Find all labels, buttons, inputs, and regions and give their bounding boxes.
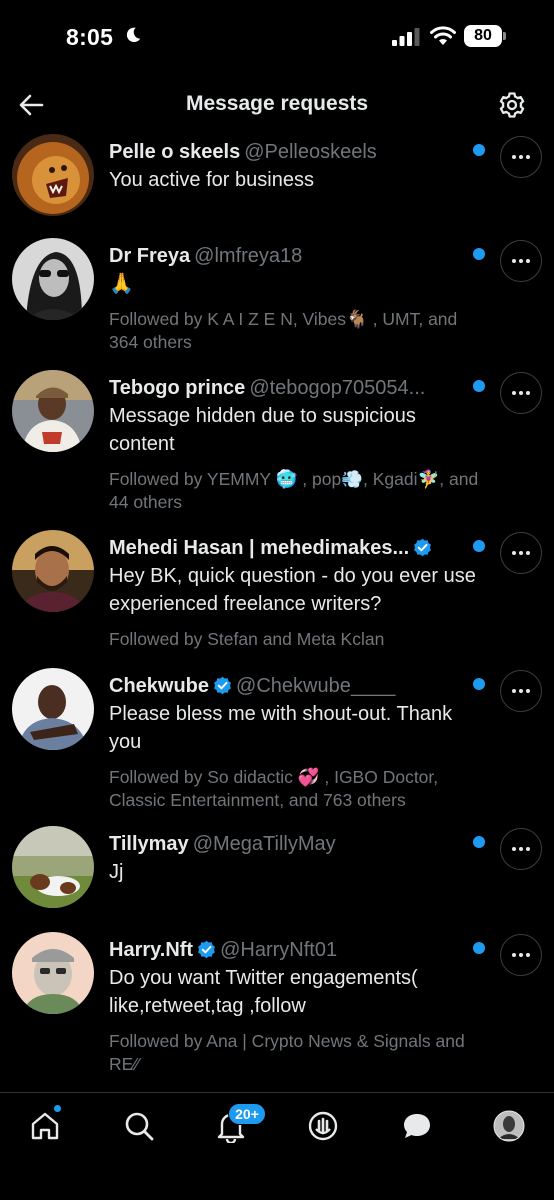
message-content: Dr Freya @lmfreya18 🙏 Followed by K A I Z… xyxy=(109,242,484,354)
status-bar: 8:05 80 xyxy=(0,0,554,74)
message-content: Pelle o skeels @Pelleoskeels You active f… xyxy=(109,138,484,194)
sender-line: Tillymay @MegaTillyMay xyxy=(109,830,484,858)
more-options-button[interactable] xyxy=(500,934,542,976)
sender-name: Harry.Nft xyxy=(109,939,194,961)
sender-name: Dr Freya xyxy=(109,245,191,267)
sender-name: Pelle o skeels xyxy=(109,141,241,163)
message-preview: 🙏 xyxy=(109,273,134,295)
man-beard-avatar-image xyxy=(12,530,94,612)
sender-handle: @MegaTillyMay xyxy=(192,833,336,855)
communities-icon[interactable] xyxy=(306,1109,340,1143)
message-request-item[interactable]: Chekwube @Chekwube____ Please bless me wi… xyxy=(0,668,554,814)
unread-dot xyxy=(473,380,485,392)
avatar[interactable] xyxy=(12,530,94,612)
sender-line: Chekwube @Chekwube____ xyxy=(109,672,484,700)
message-preview: Hey BK, quick question - do you ever use… xyxy=(109,565,476,615)
status-time: 8:05 xyxy=(66,24,114,50)
verified-badge-icon xyxy=(214,676,231,695)
bottom-tab-bar: 20+ xyxy=(0,1092,554,1200)
more-options-button[interactable] xyxy=(500,670,542,712)
message-content: Tillymay @MegaTillyMay Jj xyxy=(109,830,484,886)
avatar[interactable] xyxy=(12,932,94,1014)
message-content: Chekwube @Chekwube____ Please bless me wi… xyxy=(109,672,484,812)
message-preview: You active for business xyxy=(109,169,314,191)
page-title: Message requests xyxy=(185,92,369,115)
messages-bubble-icon[interactable] xyxy=(400,1109,434,1143)
message-preview: Please bless me with shout-out. Thank yo… xyxy=(109,703,453,753)
unread-dot xyxy=(473,836,485,848)
battery-indicator: 80 xyxy=(464,25,506,47)
avatar[interactable] xyxy=(12,134,94,216)
lion-avatar-image xyxy=(12,134,94,216)
message-content: Harry.Nft @HarryNft01 Do you want Twitter… xyxy=(109,936,484,1076)
sender-handle: @Chekwube____ xyxy=(236,675,396,697)
more-options-button[interactable] xyxy=(500,136,542,178)
more-options-button[interactable] xyxy=(500,532,542,574)
verified-badge-icon xyxy=(414,538,432,557)
message-request-item[interactable]: Mehedi Hasan | mehedimakes... Hey BK, qu… xyxy=(0,530,554,654)
man-cap-avatar-image xyxy=(12,370,94,452)
woman-avatar-image xyxy=(12,238,94,320)
message-request-item[interactable]: Harry.Nft @HarryNft01 Do you want Twitter… xyxy=(0,932,554,1078)
battery-tip xyxy=(503,32,506,40)
avatar[interactable] xyxy=(12,238,94,320)
unread-dot xyxy=(473,942,485,954)
notifications-count-badge: 20+ xyxy=(228,1103,266,1125)
sender-handle: @Pelleoskeels xyxy=(244,141,377,163)
message-request-item[interactable]: Tebogo prince @tebogop705054... Message h… xyxy=(0,370,554,516)
sender-line: Dr Freya @lmfreya18 xyxy=(109,242,484,270)
avatar[interactable] xyxy=(12,668,94,750)
avatar[interactable] xyxy=(12,370,94,452)
profile-avatar-icon[interactable] xyxy=(492,1109,526,1143)
dog-avatar-image xyxy=(12,826,94,908)
followed-by-text: Followed by Stefan and Meta Kclan xyxy=(109,629,385,649)
search-icon[interactable] xyxy=(122,1109,156,1143)
wifi-icon xyxy=(430,26,456,45)
sender-line: Mehedi Hasan | mehedimakes... xyxy=(109,534,484,562)
man-avatar-image xyxy=(12,668,94,750)
home-unread-dot xyxy=(54,1105,61,1112)
more-options-button[interactable] xyxy=(500,828,542,870)
home-icon[interactable] xyxy=(28,1109,62,1143)
unread-dot xyxy=(473,248,485,260)
followed-by-text: Followed by K A I Z E N, Vibes🐐 , UMT, a… xyxy=(109,309,458,352)
cellular-signal-icon xyxy=(392,28,420,46)
sender-name: Chekwube xyxy=(109,675,210,697)
ape-nft-avatar-image xyxy=(12,932,94,1014)
message-content: Mehedi Hasan | mehedimakes... Hey BK, qu… xyxy=(109,534,484,651)
message-preview: Jj xyxy=(109,861,124,883)
header: Message requests xyxy=(0,80,554,130)
moon-icon xyxy=(126,27,141,43)
sender-line: Tebogo prince @tebogop705054... xyxy=(109,374,484,402)
verified-badge-icon xyxy=(198,940,215,959)
unread-dot xyxy=(473,678,485,690)
avatar[interactable] xyxy=(12,826,94,908)
more-options-button[interactable] xyxy=(500,240,542,282)
gear-icon[interactable] xyxy=(497,90,527,120)
followed-by-text: Followed by Ana | Crypto News & Signals … xyxy=(109,1031,465,1074)
battery-level: 80 xyxy=(464,25,502,47)
unread-dot xyxy=(473,144,485,156)
sender-name: Mehedi Hasan | mehedimakes... xyxy=(109,537,410,559)
unread-dot xyxy=(473,540,485,552)
sender-line: Harry.Nft @HarryNft01 xyxy=(109,936,484,964)
message-request-item[interactable]: Tillymay @MegaTillyMay Jj xyxy=(0,826,554,922)
message-preview: Do you want Twitter engagements( like,re… xyxy=(109,967,418,1017)
message-preview: Message hidden due to suspicious content xyxy=(109,405,416,455)
sender-name: Tillymay xyxy=(109,833,189,855)
more-options-button[interactable] xyxy=(500,372,542,414)
sender-name: Tebogo prince xyxy=(109,377,246,399)
followed-by-text: Followed by So didactic 💞 , IGBO Doctor,… xyxy=(109,767,439,810)
message-request-item[interactable]: Dr Freya @lmfreya18 🙏 Followed by K A I Z… xyxy=(0,238,554,356)
sender-line: Pelle o skeels @Pelleoskeels xyxy=(109,138,484,166)
sender-handle: @tebogop705054... xyxy=(249,377,426,399)
message-content: Tebogo prince @tebogop705054... Message h… xyxy=(109,374,484,514)
followed-by-text: Followed by YEMMY 🥶 , pop💨, Kgadi🧚‍♀️, a… xyxy=(109,469,479,512)
sender-handle: @HarryNft01 xyxy=(220,939,338,961)
message-request-item[interactable]: Pelle o skeels @Pelleoskeels You active f… xyxy=(0,134,554,234)
sender-handle: @lmfreya18 xyxy=(194,245,303,267)
